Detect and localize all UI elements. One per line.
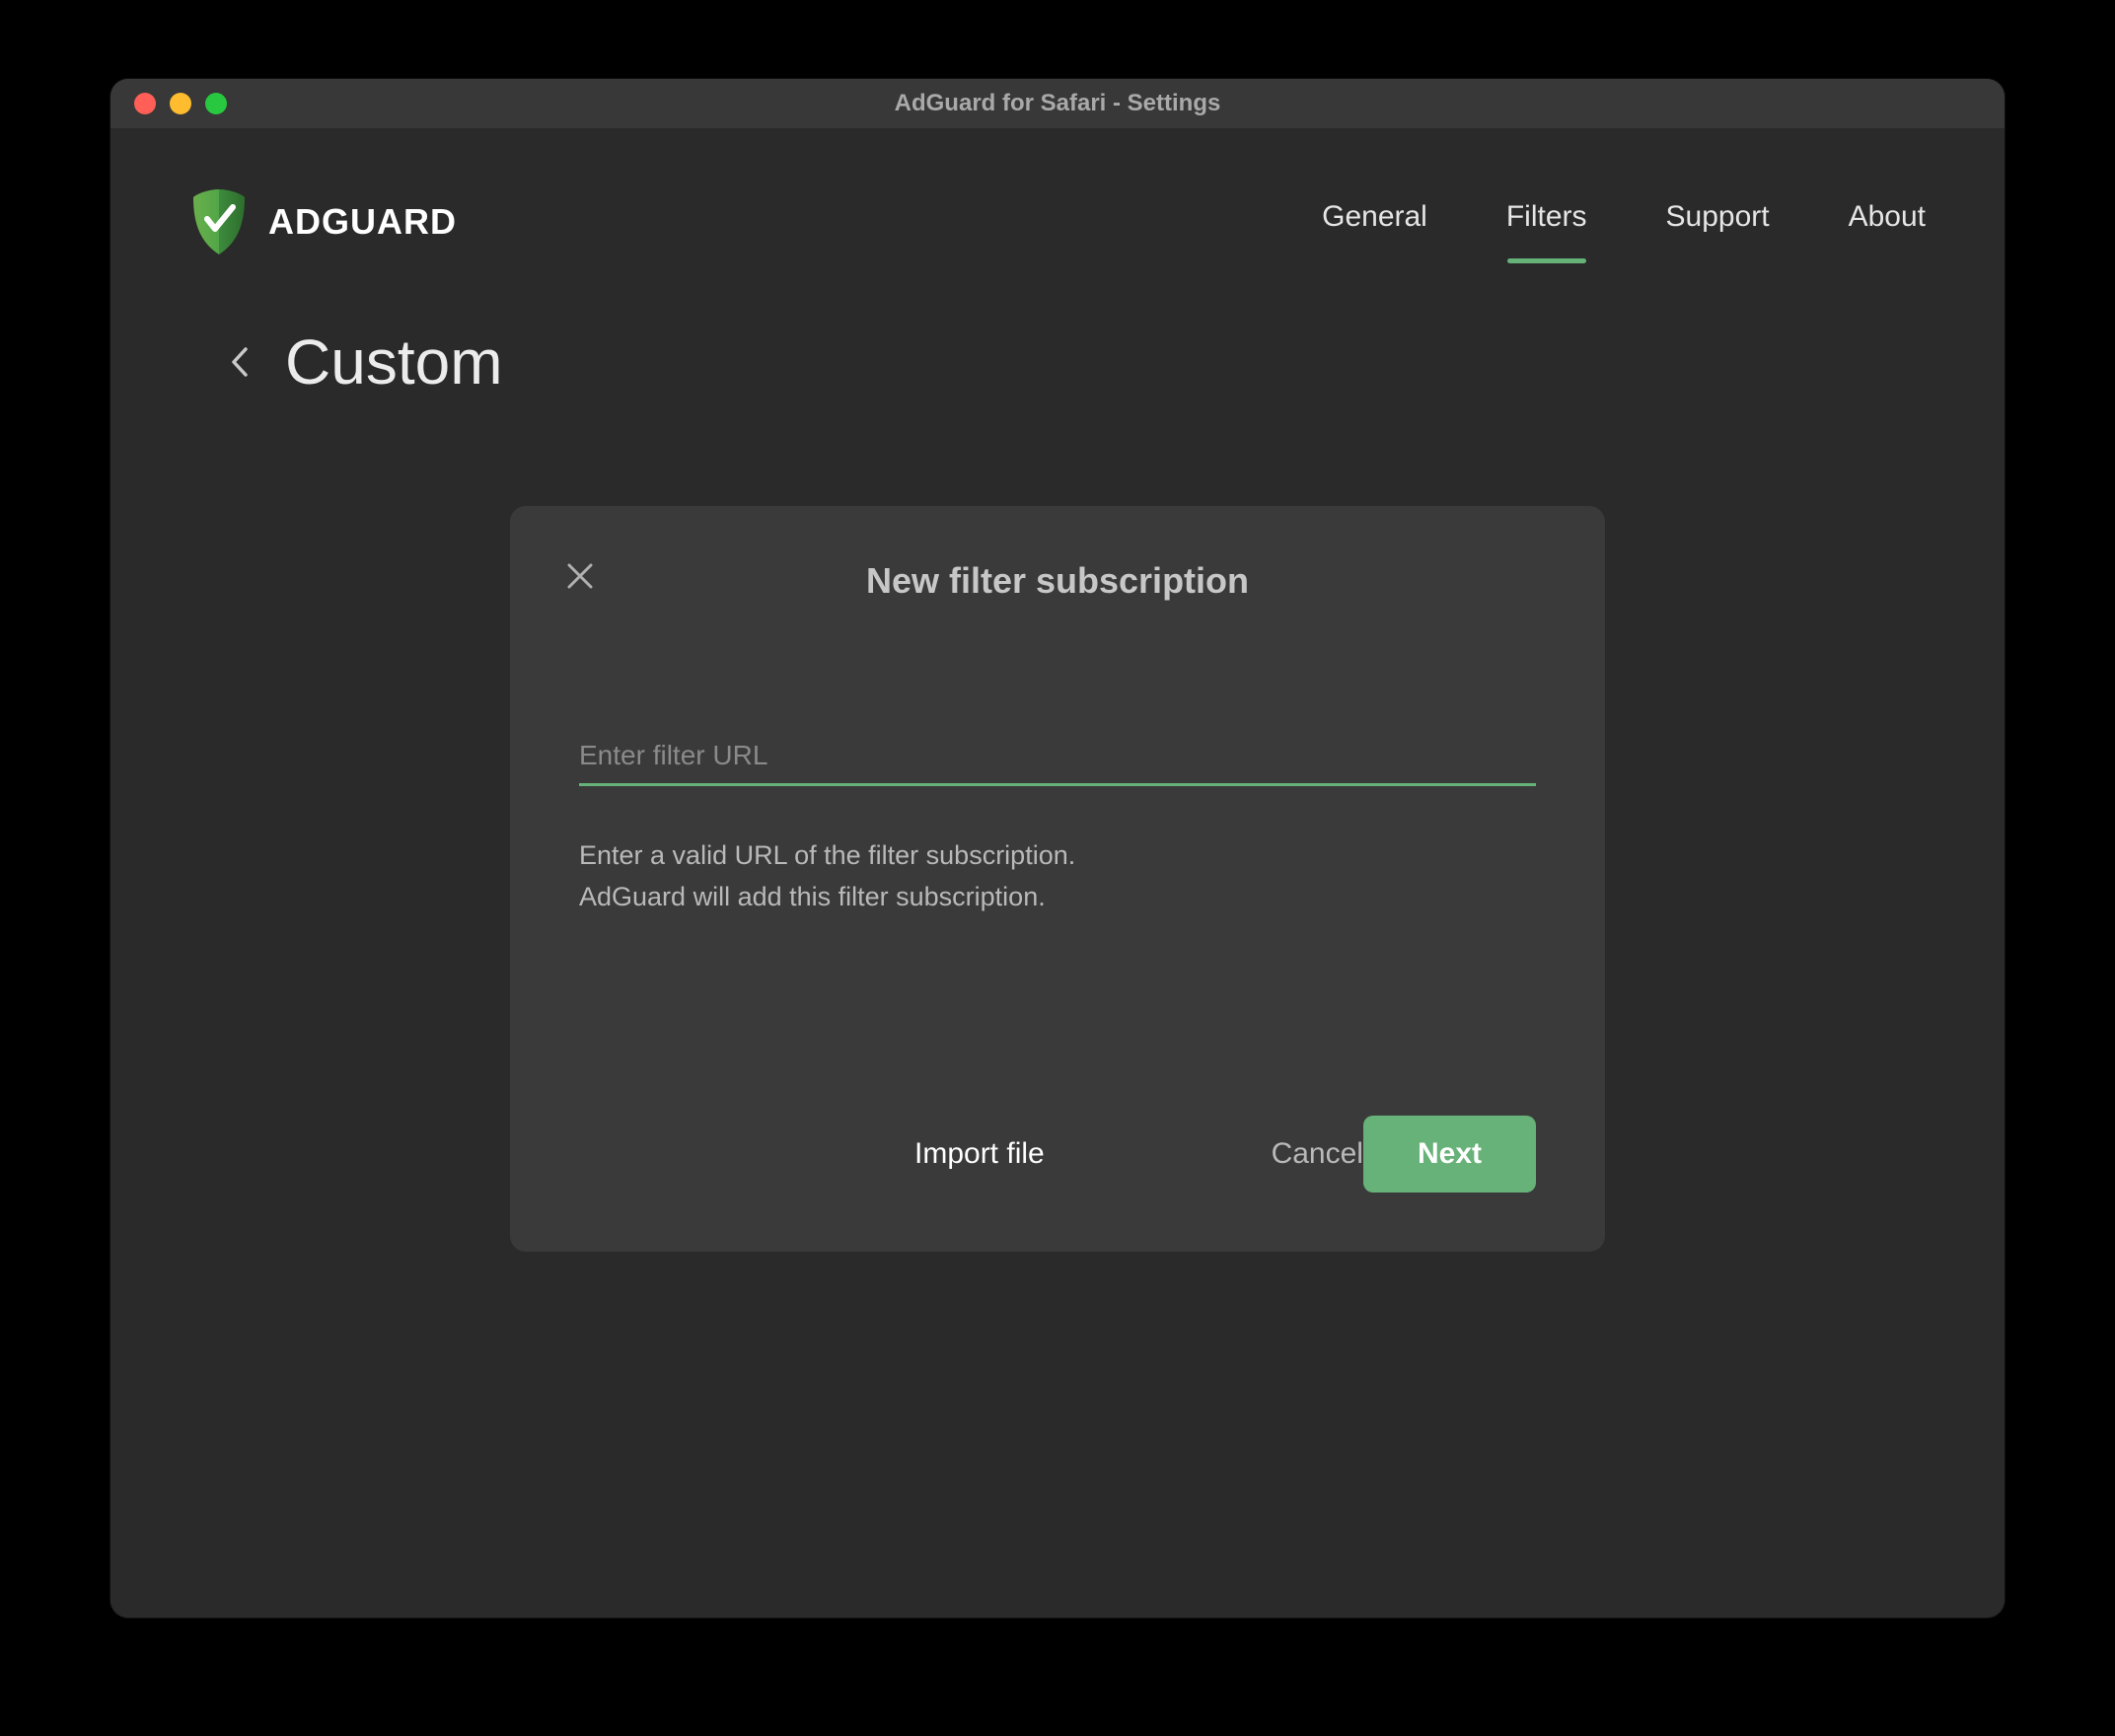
window-close-button[interactable]	[134, 93, 156, 114]
window-title: AdGuard for Safari - Settings	[895, 90, 1221, 117]
page-heading: Custom	[110, 286, 2005, 398]
filter-url-field	[579, 740, 1536, 786]
app-window: AdGuard for Safari - Settings	[110, 79, 2005, 1618]
nav-support[interactable]: Support	[1666, 200, 1770, 244]
nav-filters[interactable]: Filters	[1506, 200, 1587, 244]
nav-general[interactable]: General	[1322, 200, 1427, 244]
back-chevron-icon[interactable]	[229, 345, 251, 379]
window-minimize-button[interactable]	[170, 93, 191, 114]
titlebar: AdGuard for Safari - Settings	[110, 79, 2005, 128]
help-line-2: AdGuard will add this filter subscriptio…	[579, 877, 1536, 918]
modal-header: New filter subscription	[579, 560, 1536, 602]
help-line-1: Enter a valid URL of the filter subscrip…	[579, 835, 1536, 877]
brand-name: ADGUARD	[268, 201, 457, 243]
import-file-button[interactable]: Import file	[914, 1137, 1045, 1171]
modal-actions: Import file Cancel Next	[579, 1116, 1536, 1193]
nav-tabs: General Filters Support About	[1322, 200, 1926, 244]
page-title: Custom	[285, 326, 503, 398]
modal-title: New filter subscription	[579, 560, 1536, 602]
close-icon[interactable]	[564, 560, 596, 597]
app-header: ADGUARD General Filters Support About	[110, 128, 2005, 286]
cancel-button[interactable]: Cancel	[1272, 1137, 1363, 1171]
nav-about[interactable]: About	[1849, 200, 1926, 244]
filter-url-input[interactable]	[579, 740, 1536, 771]
content-area: ADGUARD General Filters Support About Cu…	[110, 128, 2005, 1618]
modal-help-text: Enter a valid URL of the filter subscrip…	[579, 835, 1536, 918]
window-fullscreen-button[interactable]	[205, 93, 227, 114]
adguard-shield-icon	[189, 187, 249, 256]
brand: ADGUARD	[189, 187, 457, 256]
next-button[interactable]: Next	[1363, 1116, 1536, 1193]
new-filter-modal: New filter subscription Enter a valid UR…	[510, 506, 1605, 1252]
window-controls	[110, 93, 227, 114]
